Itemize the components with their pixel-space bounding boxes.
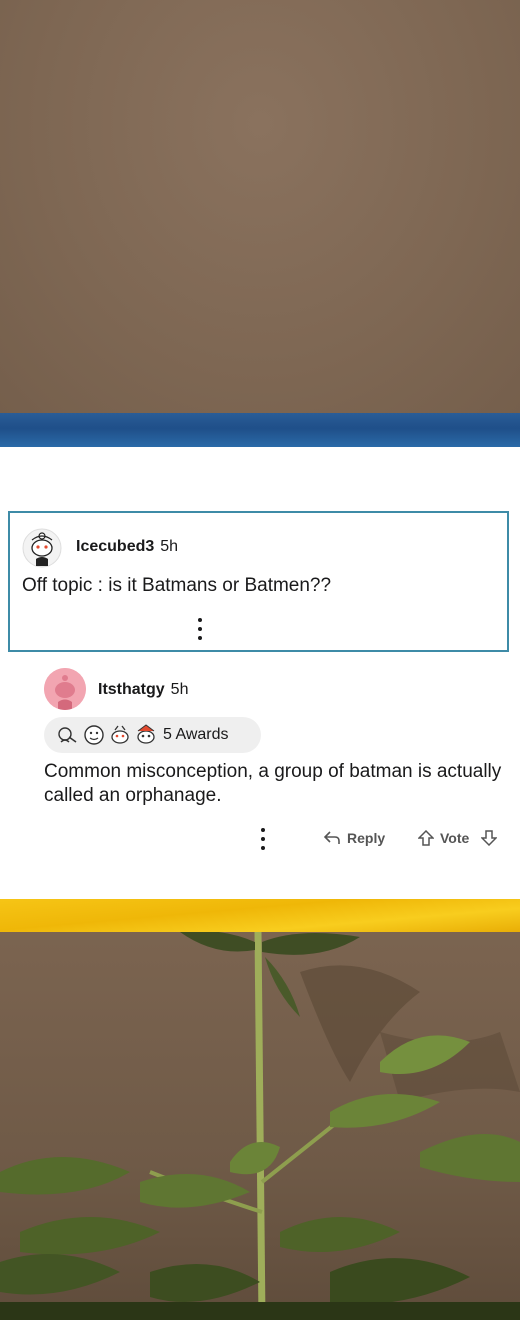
comment-time: 5h	[160, 538, 179, 555]
yellow-band	[0, 899, 520, 932]
comment-time: 5h	[170, 681, 189, 698]
more-options-icon[interactable]	[197, 618, 203, 640]
comment-body: Common misconception, a group of batman …	[44, 761, 502, 806]
more-options-icon[interactable]	[260, 828, 266, 850]
awards-count: 5 Awards	[163, 726, 229, 743]
reply-label: Reply	[347, 830, 386, 846]
reply-comment: Itsthatgy 5h 5 Awards Common misconcepti…	[0, 662, 520, 862]
comment-actions: Reply Vote	[0, 826, 520, 852]
awards-pill[interactable]: 5 Awards	[44, 717, 261, 753]
snoo-avatar-icon[interactable]	[22, 528, 62, 568]
upvote-button[interactable]: Vote	[418, 830, 469, 846]
award-icon	[58, 727, 77, 743]
comment-username[interactable]: Itsthatgy 5h	[98, 681, 188, 699]
award-icon	[137, 724, 155, 744]
downvote-arrow-icon	[481, 830, 497, 846]
background-top	[0, 0, 520, 413]
award-icon	[84, 725, 104, 745]
blue-band	[0, 413, 520, 447]
downvote-button[interactable]	[481, 830, 503, 846]
background-bottom	[0, 932, 520, 1320]
upvote-arrow-icon	[418, 830, 434, 846]
plant-image	[0, 932, 520, 1320]
highlighted-comment: Icecubed3 5h Off topic : is it Batmans or…	[8, 511, 509, 652]
username-text[interactable]: Itsthatgy	[98, 681, 165, 698]
vote-label: Vote	[440, 830, 470, 846]
comment-body: Off topic : is it Batmans or Batmen??	[22, 575, 332, 596]
snoo-avatar-pink-icon[interactable]	[44, 668, 86, 710]
award-icon	[111, 725, 129, 744]
username-text[interactable]: Icecubed3	[76, 538, 154, 555]
comment-username[interactable]: Icecubed3 5h	[76, 538, 178, 556]
reply-arrow-icon	[323, 831, 340, 844]
reply-button[interactable]: Reply	[323, 830, 385, 846]
